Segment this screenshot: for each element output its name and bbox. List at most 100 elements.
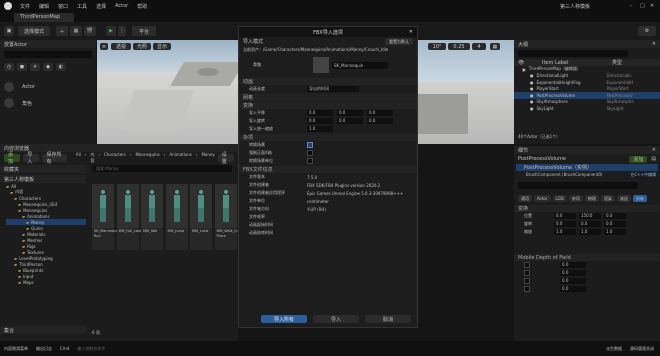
cmd-button[interactable]: Cmd: [60, 346, 69, 351]
animation-section[interactable]: 动画: [239, 78, 417, 85]
details-category-tab[interactable]: Actor: [534, 195, 551, 202]
import-button[interactable]: 导入: [313, 315, 359, 323]
dof-override-checkbox[interactable]: [524, 262, 530, 268]
menu-item[interactable]: 工具: [77, 3, 87, 10]
details-category-tab[interactable]: 物理: [584, 195, 599, 202]
transform-value-field[interactable]: 0.0: [554, 213, 576, 219]
blueprint-icon[interactable]: ▦: [70, 26, 82, 36]
breadcrumb-item[interactable]: Manny: [201, 152, 214, 164]
transform-value-field[interactable]: 0.0: [604, 213, 626, 219]
convert-scene-checkbox[interactable]: [307, 142, 313, 148]
edit-cpp-link[interactable]: 在C++中编辑: [631, 172, 657, 178]
level-viewport-right[interactable]: 10° 0.25 4 ▦: [418, 40, 514, 144]
asset-tile[interactable]: MM_Land: [190, 184, 212, 250]
add-button[interactable]: 添加: [4, 152, 21, 165]
lit-button[interactable]: 光照: [133, 43, 151, 50]
perspective-button[interactable]: 透视: [111, 43, 131, 50]
snap-angle[interactable]: 10°: [428, 43, 446, 50]
details-category-tab[interactable]: 通用: [518, 195, 532, 202]
cinematics-icon[interactable]: 🎬: [84, 26, 96, 36]
platforms-button[interactable]: 平台: [132, 26, 156, 36]
menu-item[interactable]: 文件: [20, 3, 30, 10]
outliner-close-icon[interactable]: ✕: [652, 41, 656, 47]
scale-field[interactable]: 1.0: [307, 126, 333, 132]
light-icon[interactable]: ☀: [30, 63, 40, 71]
dof-value-field[interactable]: 0.0: [560, 270, 586, 276]
blueprint-icon[interactable]: ▤: [651, 156, 656, 162]
shapes-icon[interactable]: ◆: [43, 63, 53, 71]
snap-scale[interactable]: 0.25: [448, 43, 470, 50]
show-button[interactable]: 显示: [153, 43, 171, 50]
dof-value-field[interactable]: 0.0: [560, 286, 586, 292]
component-row[interactable]: BrushComponent (BrushComponent0) 在C++中编辑: [514, 171, 660, 178]
details-category-tab[interactable]: LOD: [552, 195, 567, 202]
misc-section[interactable]: 杂项: [239, 134, 417, 141]
save-all-button[interactable]: 保存所有: [42, 152, 67, 165]
character-item[interactable]: 角色: [4, 95, 92, 111]
import-button[interactable]: 导入: [23, 152, 40, 165]
breadcrumb-item[interactable]: 内容: [90, 152, 94, 164]
force-front-x-checkbox[interactable]: [307, 150, 313, 156]
tx-field[interactable]: 0.0: [307, 110, 333, 116]
settings-button[interactable]: 设置: [217, 152, 235, 165]
column-item-label[interactable]: Item Label: [542, 60, 612, 66]
transform-section[interactable]: 变换: [514, 205, 660, 212]
dof-override-checkbox[interactable]: [524, 286, 530, 292]
transform-section[interactable]: 变换: [239, 102, 417, 109]
ty-field[interactable]: 0.0: [337, 110, 363, 116]
details-close[interactable]: ×: [652, 147, 656, 153]
import-all-button[interactable]: 导入所有: [261, 315, 307, 323]
derived-data-button[interactable]: 派生数据: [606, 346, 622, 352]
basic-icon[interactable]: ◼: [17, 63, 27, 71]
source-control-button[interactable]: 源码管理关闭: [630, 346, 654, 352]
save-icon[interactable]: ▣: [4, 26, 14, 36]
tz-field[interactable]: 0.0: [367, 110, 393, 116]
level-viewport[interactable]: ≡ 透视 光照 显示: [97, 40, 238, 144]
ry-field[interactable]: 0.0: [337, 118, 363, 124]
content-drawer-button[interactable]: 内容侧滑菜单: [4, 346, 28, 352]
menu-item[interactable]: 窗口: [58, 3, 68, 10]
transform-value-field[interactable]: 1.0: [604, 229, 626, 235]
class-search-input[interactable]: [4, 51, 92, 58]
console-input[interactable]: 输入控制台命令: [77, 346, 167, 352]
column-type[interactable]: 类型: [612, 59, 622, 66]
project-header[interactable]: 第三人称模板: [0, 175, 86, 183]
breadcrumb-item[interactable]: Mannequins: [136, 152, 160, 164]
cancel-button[interactable]: 取消: [365, 315, 411, 323]
breadcrumb-item[interactable]: Animations: [169, 152, 191, 164]
menu-item[interactable]: 帮助: [137, 3, 147, 10]
asset-tile[interactable]: MM_Jump: [165, 184, 188, 250]
skeleton-select[interactable]: SK_Mannequin: [332, 61, 388, 69]
outliner-search-input[interactable]: [518, 50, 628, 57]
play-options-icon[interactable]: ⋮: [118, 26, 126, 36]
outliner-row[interactable]: ● SkyLight SkyLight: [514, 105, 660, 112]
details-category-tab[interactable]: 杂项: [568, 195, 583, 202]
anim-length-select[interactable]: 导出的时间: [307, 86, 359, 92]
asset-tile[interactable]: MM_Idle: [141, 184, 163, 250]
viewport-menu-icon[interactable]: ≡: [100, 43, 108, 50]
asset-tile[interactable]: MM_Walk_In Place: [214, 184, 238, 250]
breadcrumb-item[interactable]: Characters: [104, 152, 126, 164]
dof-override-checkbox[interactable]: [524, 278, 530, 284]
dof-override-checkbox[interactable]: [524, 270, 530, 276]
transform-value-field[interactable]: 150.0: [579, 213, 601, 219]
menu-item[interactable]: Actor: [115, 3, 128, 10]
dof-value-field[interactable]: 0.0: [560, 262, 586, 268]
dof-value-field[interactable]: 0.0: [560, 278, 586, 284]
transform-value-field[interactable]: 0.0: [579, 221, 601, 227]
collections-header[interactable]: 集合: [0, 326, 86, 334]
details-category-tab[interactable]: 流送: [616, 195, 631, 202]
mesh-section[interactable]: 网格: [239, 94, 417, 101]
viewport-layout-icon[interactable]: ▦: [490, 43, 500, 50]
maximize-button[interactable]: □: [640, 3, 650, 9]
actor-item[interactable]: Actor: [4, 79, 92, 95]
folder-item[interactable]: ▰ Maps: [6, 279, 86, 285]
transform-value-field[interactable]: 1.0: [579, 229, 601, 235]
rx-field[interactable]: 0.0: [307, 118, 333, 124]
mobile-dof-section[interactable]: Mobile Depth of Field: [514, 254, 660, 261]
transform-value-field[interactable]: 0.0: [554, 221, 576, 227]
settings-icon[interactable]: ⚙: [638, 26, 656, 36]
add-component-button[interactable]: 添加: [629, 155, 648, 163]
close-button[interactable]: ✕: [650, 3, 660, 9]
camera-speed[interactable]: 4: [472, 43, 486, 50]
